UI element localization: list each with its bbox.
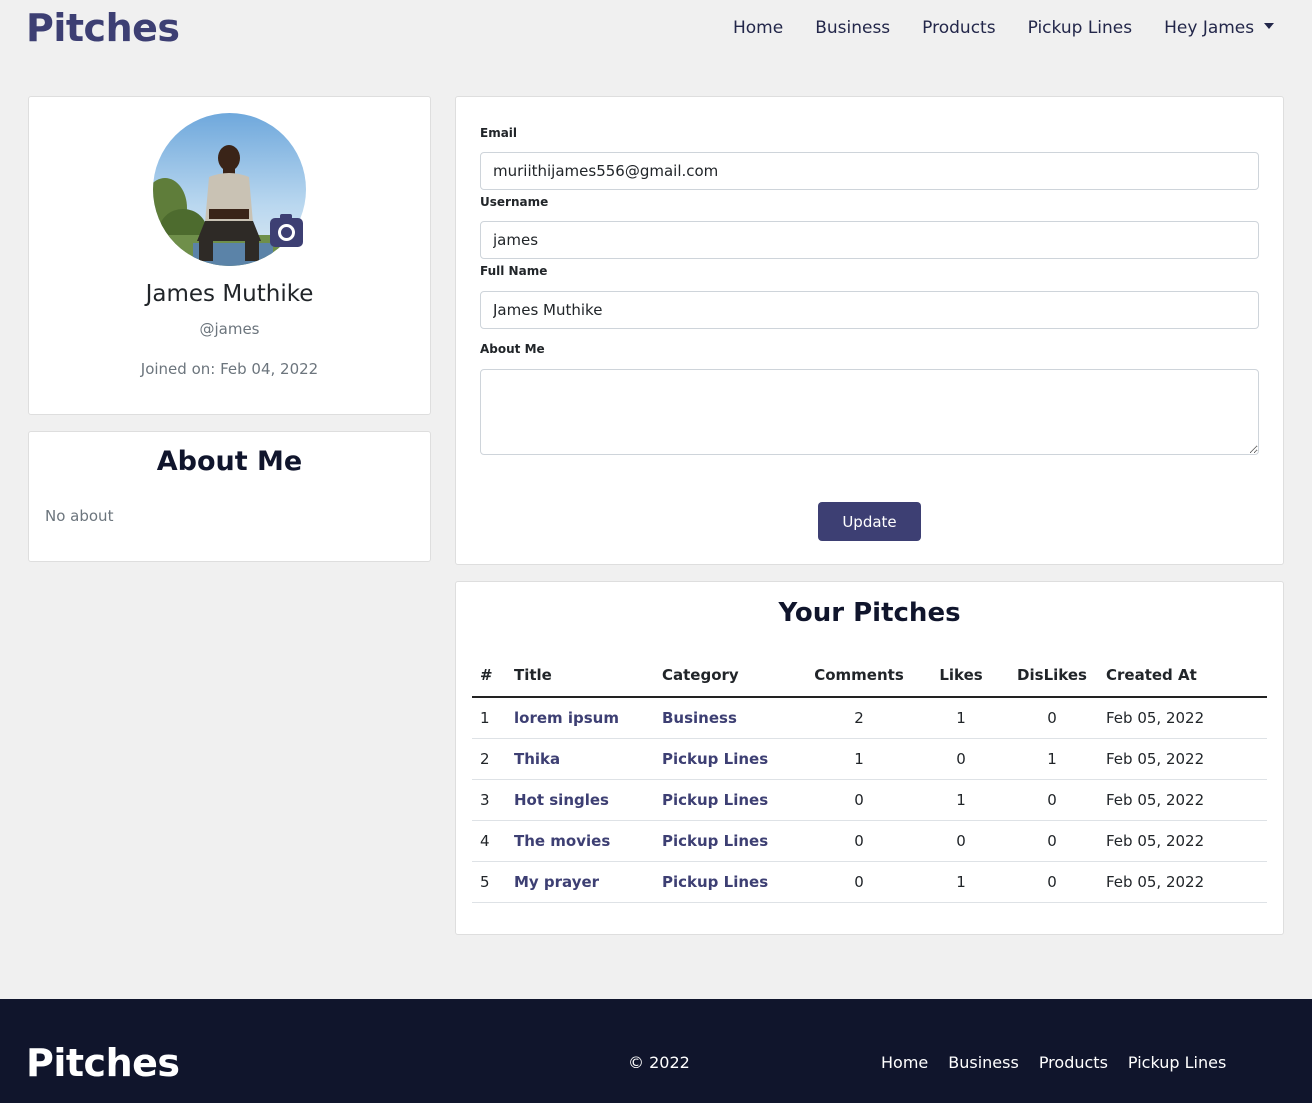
pitch-category-link[interactable]: Pickup Lines [662, 832, 768, 850]
footer-copyright: © 2022 [628, 1053, 690, 1072]
footer-link-business[interactable]: Business [948, 1053, 1019, 1072]
nav-links: Home Business Products Pickup Lines Hey … [733, 18, 1275, 38]
about-title: About Me [156, 446, 303, 477]
caret-down-icon [1264, 23, 1275, 29]
row-comments: 0 [802, 861, 916, 903]
footer-link-pickup-lines[interactable]: Pickup Lines [1128, 1053, 1226, 1072]
header-title: Title [506, 654, 654, 698]
row-dislikes: 0 [1006, 779, 1098, 821]
header-comments: Comments [802, 654, 916, 698]
row-dislikes: 0 [1006, 861, 1098, 903]
profile-username: @james [199, 320, 260, 338]
fullname-label: Full Name [480, 264, 548, 278]
footer-brand[interactable]: Pitches [26, 1041, 180, 1085]
header-dislikes: DisLikes [1006, 654, 1098, 698]
profile-full-name: James Muthike [145, 281, 314, 307]
update-button[interactable]: Update [818, 502, 921, 541]
about-card: About Me No about [28, 431, 431, 562]
row-created-at: Feb 05, 2022 [1098, 738, 1267, 780]
pitches-card: Your Pitches # Title Category Comments L… [455, 581, 1284, 935]
nav-link-home[interactable]: Home [733, 18, 783, 38]
row-comments: 1 [802, 738, 916, 780]
footer: Pitches © 2022 Home Business Products Pi… [0, 999, 1312, 1103]
row-likes: 1 [916, 697, 1006, 739]
footer-link-home[interactable]: Home [881, 1053, 928, 1072]
table-row: 2 Thika Pickup Lines 1 0 1 Feb 05, 2022 [472, 738, 1267, 780]
table-row: 1 lorem ipsum Business 2 1 0 Feb 05, 202… [472, 697, 1267, 739]
nav-link-pickup-lines[interactable]: Pickup Lines [1028, 18, 1133, 38]
row-dislikes: 0 [1006, 697, 1098, 739]
header-created-at: Created At [1098, 654, 1267, 698]
row-created-at: Feb 05, 2022 [1098, 779, 1267, 821]
row-created-at: Feb 05, 2022 [1098, 861, 1267, 903]
brand-logo[interactable]: Pitches [26, 6, 180, 50]
email-field[interactable] [480, 152, 1259, 190]
row-dislikes: 0 [1006, 820, 1098, 862]
header-category: Category [654, 654, 802, 698]
profile-joined-date: Joined on: Feb 04, 2022 [140, 360, 319, 378]
row-comments: 0 [802, 779, 916, 821]
user-menu-dropdown[interactable]: Hey James [1164, 18, 1275, 38]
header-likes: Likes [916, 654, 1006, 698]
pitch-category-link[interactable]: Pickup Lines [662, 873, 768, 891]
pitch-title-link[interactable]: Thika [514, 750, 560, 768]
pitch-title-link[interactable]: The movies [514, 832, 610, 850]
table-row: 5 My prayer Pickup Lines 0 1 0 Feb 05, 2… [472, 861, 1267, 903]
row-num: 5 [472, 861, 506, 903]
navbar: Pitches Home Business Products Pickup Li… [0, 0, 1312, 62]
pitch-category-link[interactable]: Pickup Lines [662, 791, 768, 809]
row-likes: 1 [916, 861, 1006, 903]
row-num: 3 [472, 779, 506, 821]
table-row: 3 Hot singles Pickup Lines 0 1 0 Feb 05,… [472, 779, 1267, 821]
pitch-category-link[interactable]: Pickup Lines [662, 750, 768, 768]
row-likes: 0 [916, 738, 1006, 780]
user-menu-label: Hey James [1164, 18, 1255, 38]
about-text: No about [45, 507, 114, 525]
about-me-textarea[interactable] [480, 369, 1259, 455]
pitch-title-link[interactable]: Hot singles [514, 791, 609, 809]
pitch-title-link[interactable]: lorem ipsum [514, 709, 619, 727]
email-label: Email [480, 126, 518, 140]
table-row: 4 The movies Pickup Lines 0 0 0 Feb 05, … [472, 820, 1267, 862]
row-likes: 0 [916, 820, 1006, 862]
row-dislikes: 1 [1006, 738, 1098, 780]
pitches-title: Your Pitches [778, 598, 961, 628]
header-num: # [472, 654, 506, 698]
profile-form-card: Email Username Full Name About Me Update [455, 96, 1284, 565]
row-num: 1 [472, 697, 506, 739]
footer-links: Home Business Products Pickup Lines [881, 1053, 1246, 1072]
pitches-table: # Title Category Comments Likes DisLikes… [472, 654, 1267, 903]
row-created-at: Feb 05, 2022 [1098, 820, 1267, 862]
nav-link-business[interactable]: Business [815, 18, 890, 38]
pitch-title-link[interactable]: My prayer [514, 873, 599, 891]
camera-icon[interactable] [270, 214, 303, 247]
row-created-at: Feb 05, 2022 [1098, 697, 1267, 739]
username-field[interactable] [480, 221, 1259, 259]
footer-link-products[interactable]: Products [1039, 1053, 1108, 1072]
username-label: Username [480, 195, 549, 209]
row-num: 4 [472, 820, 506, 862]
table-header-row: # Title Category Comments Likes DisLikes… [472, 654, 1267, 698]
row-comments: 2 [802, 697, 916, 739]
row-comments: 0 [802, 820, 916, 862]
nav-link-products[interactable]: Products [922, 18, 995, 38]
about-me-label: About Me [480, 342, 545, 356]
row-num: 2 [472, 738, 506, 780]
profile-card: James Muthike @james Joined on: Feb 04, … [28, 96, 431, 415]
fullname-field[interactable] [480, 291, 1259, 329]
pitch-category-link[interactable]: Business [662, 709, 737, 727]
row-likes: 1 [916, 779, 1006, 821]
